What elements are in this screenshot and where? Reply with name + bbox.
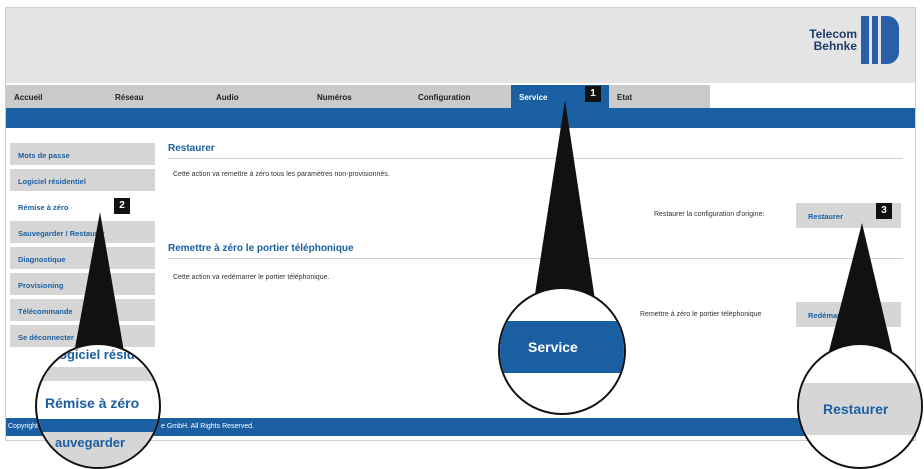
zoom-service-label: Service [528, 339, 578, 355]
zoom-circle-restaurer: Restaurer [797, 343, 923, 469]
zoom-remise-bottom: auvegarder [55, 435, 126, 450]
zoom-circle-remise: ogiciel résid Rémise à zéro auvegarder [35, 343, 161, 469]
pointer-3 [828, 223, 893, 355]
zoom-remise-label: Rémise à zéro [45, 395, 140, 411]
callout-3: 3 [876, 203, 892, 219]
callout-2: 2 [114, 198, 130, 214]
zoom-remise-footer [37, 419, 159, 432]
zoom-remise-bar-top [37, 367, 159, 381]
zoom-remise-top: ogiciel résid [59, 347, 135, 362]
zoom-circle-service: Service [498, 287, 626, 415]
callout-1: 1 [585, 86, 601, 102]
zoom-restaurer-label: Restaurer [823, 401, 889, 417]
